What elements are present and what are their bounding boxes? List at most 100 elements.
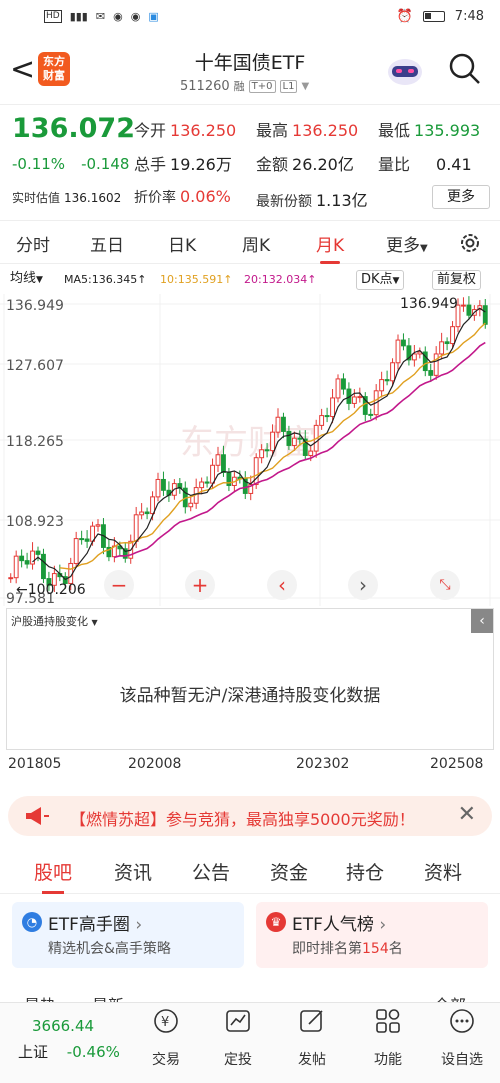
sort-hot[interactable]: 最热 xyxy=(24,992,56,1002)
ma20-value: 20:132.034↑ xyxy=(244,273,317,286)
megaphone-icon xyxy=(26,807,49,825)
latest-shares: 最新份额 1.13亿 xyxy=(256,191,368,210)
candle-body xyxy=(482,305,488,325)
candle-body xyxy=(79,538,85,541)
adjust-button[interactable]: 前复权 xyxy=(432,270,482,290)
candle-body xyxy=(439,341,445,355)
candle-body xyxy=(461,304,466,307)
volume-ratio: 量比 0.41 xyxy=(378,155,472,174)
more-button[interactable]: 更多 xyxy=(432,185,490,209)
grid-icon xyxy=(376,1009,400,1033)
collapse-icon[interactable]: ‹ xyxy=(471,609,493,633)
tab-daily-k[interactable]: 日K xyxy=(168,231,196,256)
card-subtitle: 精选机会&高手策略 xyxy=(48,941,171,957)
zoom-in-button[interactable]: + xyxy=(185,570,215,600)
candle-body xyxy=(270,431,275,452)
last-price: 136.072 xyxy=(12,113,135,144)
x-tick-label: 202508 xyxy=(430,756,484,772)
card-title: ETF人气榜 › xyxy=(292,915,387,935)
candle-body xyxy=(286,430,292,446)
tab-guba[interactable]: 股吧 xyxy=(34,858,72,894)
sort-new[interactable]: 最新 xyxy=(92,992,124,1002)
candle-body xyxy=(144,511,150,515)
tab-monthly-k[interactable]: 月K xyxy=(316,231,344,264)
etf-expert-card[interactable]: ◔ ETF高手圈 › 精选机会&高手策略 xyxy=(12,902,244,968)
candle-body xyxy=(35,550,41,555)
hk-connect-select[interactable]: 沪股通持股变化 ▼ xyxy=(11,613,98,629)
close-icon[interactable]: ✕ xyxy=(458,802,476,827)
index-quote[interactable]: 3666.44 上证 -0.46% xyxy=(18,1017,120,1062)
kline-svg: 东方财富 xyxy=(0,294,500,606)
price-change: -0.11% -0.148 xyxy=(12,155,130,173)
high-price: 最高 136.250 xyxy=(256,121,359,140)
nav-functions[interactable]: 功能 xyxy=(358,1007,418,1069)
candle-body xyxy=(161,478,166,491)
open-price: 今开 136.250 xyxy=(134,121,237,140)
candle-body xyxy=(428,370,434,376)
more-icon xyxy=(450,1009,474,1033)
tab-announcements[interactable]: 公告 xyxy=(192,858,230,885)
candle-body xyxy=(450,326,455,345)
candle-body xyxy=(264,449,270,452)
nav-invest-plan[interactable]: 定投 xyxy=(208,1007,268,1069)
promo-banner[interactable]: 【燃情苏超】参与竞猜，最高独享5000元奖励！ ✕ xyxy=(8,796,492,836)
tab-more[interactable]: 更多▼ xyxy=(386,231,428,256)
volume: 总手 19.26万 xyxy=(134,155,232,174)
tab-news[interactable]: 资讯 xyxy=(114,858,152,885)
l1-tag: L1 xyxy=(279,79,298,93)
robot-assistant-icon[interactable] xyxy=(386,52,424,88)
candle-body xyxy=(73,538,79,564)
wechat-icon: ◉ xyxy=(113,10,123,23)
tab-intraday[interactable]: 分时 xyxy=(16,231,50,256)
candle-body xyxy=(8,577,14,580)
search-icon[interactable] xyxy=(448,52,482,86)
candle-body xyxy=(150,496,155,515)
trophy-icon: ♛ xyxy=(266,912,286,932)
candle-body xyxy=(319,415,325,426)
filter-all[interactable]: 全部 xyxy=(434,992,466,1002)
ma10-value: 10:135.591↑ xyxy=(160,273,233,286)
zoom-out-button[interactable]: − xyxy=(104,570,134,600)
quote-panel: 136.072 -0.11% -0.148 今开 136.250 最高 136.25… xyxy=(0,104,500,212)
candle-body xyxy=(395,339,401,364)
status-bar: HD ▮▮▮ ✉ ◉ ◉ ▣ ⏰ 7:48 xyxy=(0,0,500,38)
etf-popularity-card[interactable]: ♛ ETF人气榜 › 即时排名第154名 xyxy=(256,902,488,968)
battery-icon xyxy=(422,11,445,22)
tab-five-day[interactable]: 五日 xyxy=(90,231,124,256)
y-tick-label: 118.265 xyxy=(6,434,64,450)
banner-text: 【燃情苏超】参与竞猜，最高独享5000元奖励！ xyxy=(70,810,415,829)
svg-text:¥: ¥ xyxy=(161,1015,169,1030)
candle-body xyxy=(221,454,226,473)
candle-body xyxy=(291,437,297,446)
nav-add-watchlist[interactable]: 设自选 xyxy=(432,1007,492,1069)
scroll-right-button[interactable]: › xyxy=(348,570,378,600)
ma-type-select[interactable]: 均线▼ xyxy=(6,270,47,290)
scroll-left-button[interactable]: ‹ xyxy=(267,570,297,600)
tab-weekly-k[interactable]: 周K xyxy=(242,231,270,256)
fullscreen-icon[interactable]: ⤡ xyxy=(430,570,460,600)
x-tick-label: 201805 xyxy=(8,756,62,772)
nav-post[interactable]: 发帖 xyxy=(282,1007,342,1069)
candle-body xyxy=(466,304,472,316)
candle-body xyxy=(341,378,346,390)
tab-holdings[interactable]: 持仓 xyxy=(346,858,384,885)
dk-button[interactable]: DK点▼ xyxy=(356,270,405,290)
nav-trade[interactable]: ¥ 交易 xyxy=(136,1007,196,1069)
amount: 金额 26.20亿 xyxy=(256,155,354,174)
tab-profile[interactable]: 资料 xyxy=(424,858,462,885)
candle-body xyxy=(324,415,330,418)
candle-body xyxy=(204,481,210,484)
bottom-nav: 3666.44 上证 -0.46% ¥ 交易 定投 发帖 功能 设自选 xyxy=(0,1002,500,1083)
empty-message: 该品种暂无沪/深港通持股变化数据 xyxy=(119,686,381,706)
dropdown-icon[interactable]: ▼ xyxy=(301,81,309,92)
circle-icon: ◔ xyxy=(22,912,42,932)
candle-body xyxy=(259,449,265,459)
low-price: 最低 135.993 xyxy=(378,121,481,140)
candle-body xyxy=(281,416,286,432)
candle-body xyxy=(24,560,30,565)
settings-icon[interactable] xyxy=(458,231,482,255)
kline-chart[interactable]: 东方财富 136.949 127.607 118.265 108.923 97.… xyxy=(0,294,500,606)
tab-funds[interactable]: 资金 xyxy=(270,858,308,885)
candle-body xyxy=(390,362,395,382)
candle-body xyxy=(411,353,417,361)
